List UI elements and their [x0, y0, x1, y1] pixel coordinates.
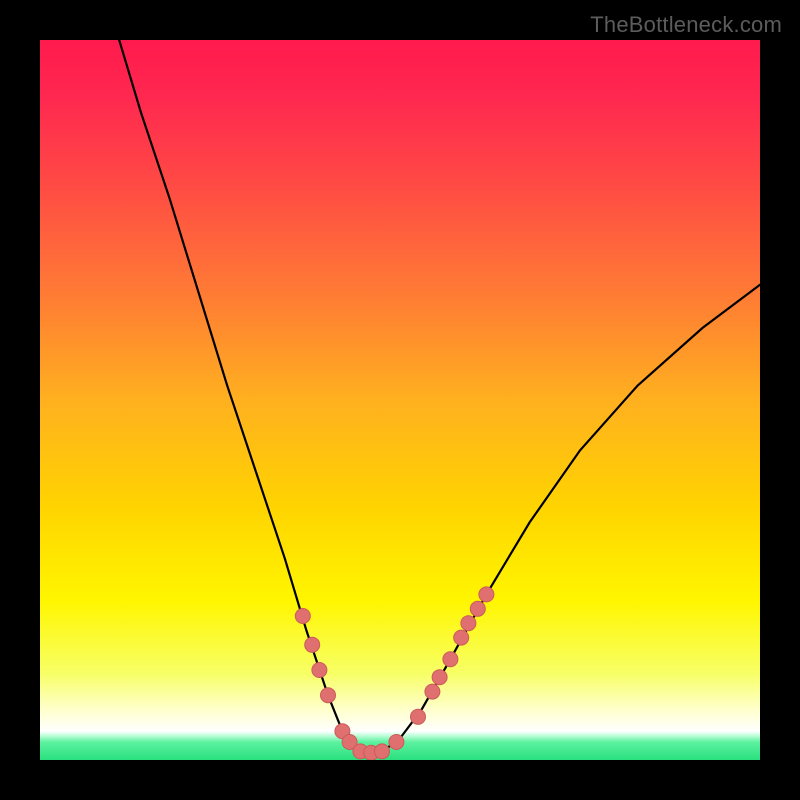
plot-area: [40, 40, 760, 760]
watermark-text: TheBottleneck.com: [590, 12, 782, 38]
data-marker: [470, 601, 485, 616]
bottleneck-chart: [40, 40, 760, 760]
data-marker: [312, 663, 327, 678]
data-marker: [321, 688, 336, 703]
data-marker: [443, 652, 458, 667]
data-marker: [425, 684, 440, 699]
data-marker: [454, 630, 469, 645]
gradient-background: [40, 40, 760, 760]
outer-frame: TheBottleneck.com: [0, 0, 800, 800]
data-marker: [389, 735, 404, 750]
data-marker: [461, 616, 476, 631]
data-marker: [295, 609, 310, 624]
data-marker: [479, 587, 494, 602]
data-marker: [305, 637, 320, 652]
data-marker: [411, 709, 426, 724]
data-marker: [432, 670, 447, 685]
data-marker: [375, 744, 390, 759]
